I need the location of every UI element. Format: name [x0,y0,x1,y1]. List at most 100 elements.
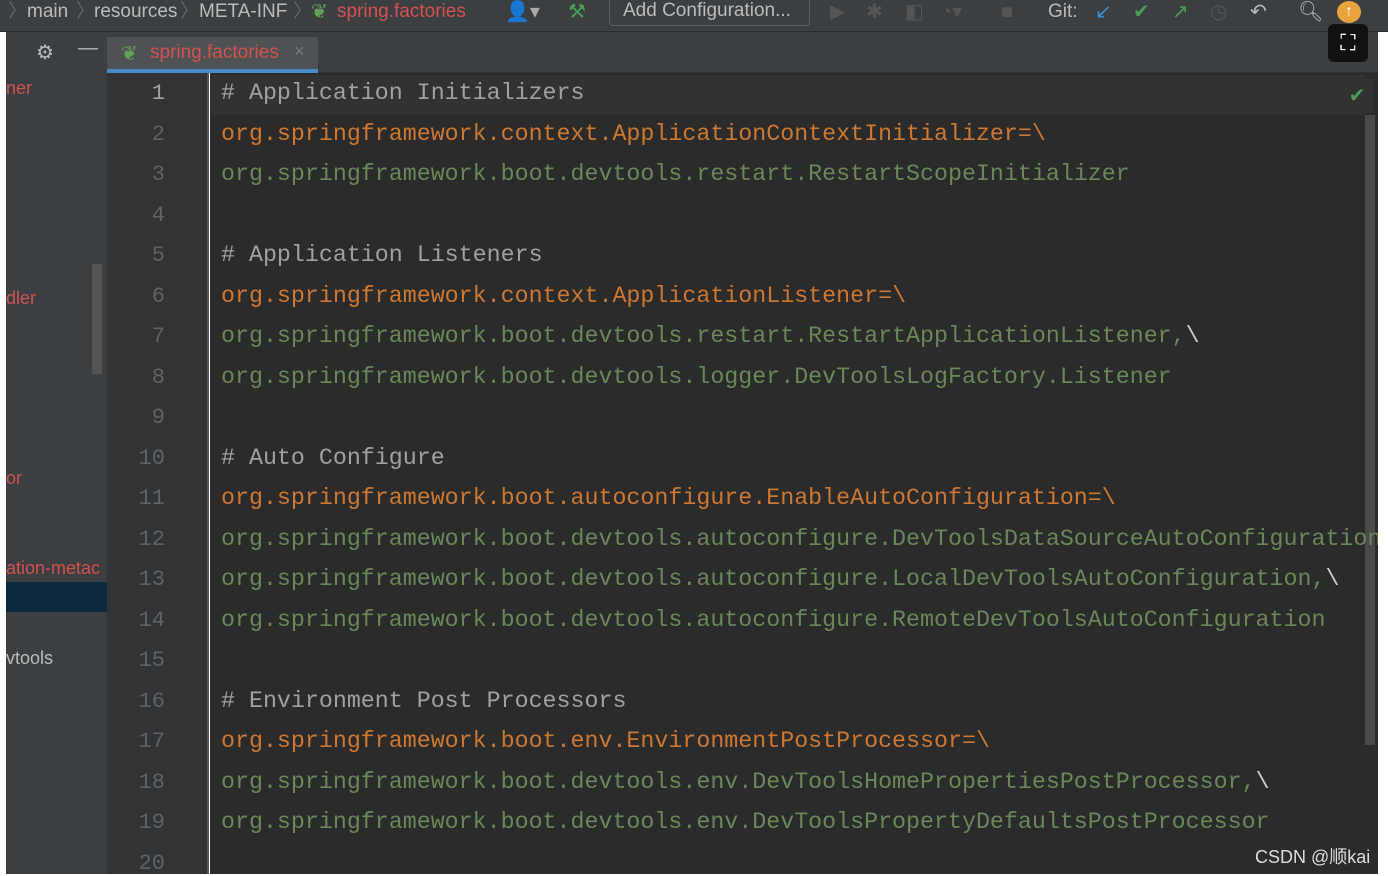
line-number: 20 [138,850,165,876]
code-text: org.springframework.boot.devtools.autoco… [221,566,1326,592]
breadcrumb-separator: 〉 [8,1,28,22]
code-line: org.springframework.boot.devtools.logger… [221,364,1172,390]
code-line: org.springframework.boot.env.Environment… [221,728,990,754]
breadcrumb-file[interactable]: spring.factories [337,0,466,24]
breadcrumb-main[interactable]: main [27,0,68,24]
code-line: org.springframework.boot.devtools.env.De… [221,769,1270,795]
breadcrumb-resources[interactable]: resources [94,0,177,24]
code-editor[interactable]: ✔ # Application Initializers org.springfr… [210,73,1378,874]
breadcrumb-separator: 〉 [76,1,96,22]
line-number: 5 [151,243,165,268]
breadcrumb-separator: 〉 [180,1,200,22]
code-text: org.springframework.boot.devtools.restar… [221,161,1130,187]
git-label: Git: [1048,1,1078,22]
line-continuation: =\ [961,728,990,754]
line-number: 14 [138,607,165,633]
editor-tab-bar: ❦ spring.factories × ⛶ [107,24,1378,73]
line-continuation: \ [1185,323,1200,349]
fullscreen-icon[interactable]: ⛶ [1328,24,1368,62]
code-text: org.springframework.boot.devtools.env.De… [221,809,1270,835]
line-number: 17 [138,729,165,754]
code-text: org.springframework.boot.devtools.logger… [221,363,1172,390]
right-edge [1378,32,1388,874]
user-icon[interactable]: 👤▾ [505,0,540,24]
line-number: 15 [138,648,165,673]
code-text: org.springframework.context.ApplicationL… [221,282,879,309]
line-number-gutter: 1 2 3 4 5 6 7 8 9 10 11 12 13 14 15 16 17 18 19 20 [107,73,209,876]
spring-leaf-icon: ❦ [311,1,328,23]
tree-item[interactable]: ner [6,78,32,99]
code-text: org.springframework.boot.env.Environment… [221,728,962,754]
minimize-icon[interactable]: — [78,37,98,60]
code-line: # Application Initializers [221,80,585,106]
code-line: # Auto Configure [221,445,445,471]
sidebar-scrollbar[interactable] [92,264,102,374]
tree-item[interactable]: ation-metac [6,558,107,579]
line-number: 16 [138,688,165,714]
code-line: org.springframework.boot.devtools.restar… [221,161,1130,187]
line-continuation: \ [1255,768,1270,795]
code-line: org.springframework.boot.autoconfigure.E… [221,485,1116,511]
code-line: org.springframework.boot.devtools.restar… [221,323,1200,349]
line-number: 3 [151,162,165,187]
coverage-icon[interactable]: ◧ [905,0,924,24]
code-line: org.springframework.boot.devtools.autoco… [221,566,1339,592]
code-line: org.springframework.boot.devtools.autoco… [221,607,1325,633]
code-text: org.springframework.boot.devtools.autoco… [221,525,1378,552]
tree-item-selected[interactable] [6,582,107,612]
code-text: org.springframework.boot.devtools.autoco… [221,606,1326,633]
line-continuation: \ [1325,566,1340,592]
line-number: 13 [138,567,165,592]
tree-item[interactable]: vtools [6,648,53,669]
line-number: 18 [138,769,165,795]
build-hammer-icon[interactable]: ⚒ [568,0,586,24]
debug-icon[interactable]: ✱ [866,0,883,24]
editor-scrollbar[interactable] [1365,115,1375,745]
code-text: org.springframework.boot.devtools.restar… [221,323,1186,349]
code-text: # Environment Post Processors [221,687,627,714]
tree-item[interactable]: dler [6,288,36,309]
line-number: 19 [138,810,165,835]
line-number: 10 [138,445,165,471]
profile-icon[interactable]: ◔▾ [940,0,962,24]
code-line: org.springframework.context.ApplicationC… [221,121,1046,147]
code-line: org.springframework.boot.devtools.autoco… [221,526,1378,552]
code-line: # Environment Post Processors [221,688,626,714]
search-icon[interactable]: 🔍︎ [1298,0,1323,24]
add-configuration-button[interactable]: Add Configuration... [609,0,810,26]
project-panel: ⚙ — ner dler or ation-metac vtools [6,32,107,874]
code-text: org.springframework.boot.devtools.env.De… [221,768,1256,795]
code-text: # Application Initializers [221,80,585,106]
line-continuation: =\ [1017,120,1046,147]
tab-label: spring.factories [150,42,279,63]
run-icon[interactable]: ▶ [830,0,845,24]
breadcrumb-separator: 〉 [293,1,313,22]
code-text: org.springframework.context.ApplicationC… [221,120,1018,147]
git-commit-icon[interactable]: ✔ [1133,0,1150,24]
breadcrumb-meta-inf[interactable]: META-INF [199,0,287,24]
code-text: # Application Listeners [221,242,543,268]
code-text: # Auto Configure [221,444,445,471]
stop-icon[interactable]: ■ [1001,0,1013,24]
update-icon[interactable]: ↑ [1337,1,1361,23]
git-update-icon[interactable]: ↙ [1095,0,1112,24]
close-tab-icon[interactable]: × [294,41,305,62]
gear-icon[interactable]: ⚙ [36,40,54,65]
git-history-icon[interactable]: ◷ [1210,0,1227,24]
git-push-icon[interactable]: ↗ [1172,0,1189,24]
line-continuation: =\ [878,282,907,309]
code-text: org.springframework.boot.autoconfigure.E… [221,485,1088,511]
tab-spring-factories[interactable]: ❦ spring.factories × [107,37,318,73]
code-line: org.springframework.context.ApplicationL… [221,283,906,309]
line-number: 8 [151,364,165,390]
inspection-ok-icon[interactable]: ✔ [1340,79,1374,113]
line-number: 11 [138,486,165,511]
navigation-bar: 〉 main 〉 resources 〉 META-INF 〉 ❦ spring… [0,0,1388,32]
code-line: org.springframework.boot.devtools.env.De… [221,809,1270,835]
line-number: 2 [151,121,165,147]
tree-item[interactable]: or [6,468,22,489]
code-line: # Application Listeners [221,242,543,268]
rollback-icon[interactable]: ↶ [1250,0,1267,24]
spring-leaf-icon: ❦ [121,43,138,65]
line-continuation: =\ [1087,485,1116,511]
